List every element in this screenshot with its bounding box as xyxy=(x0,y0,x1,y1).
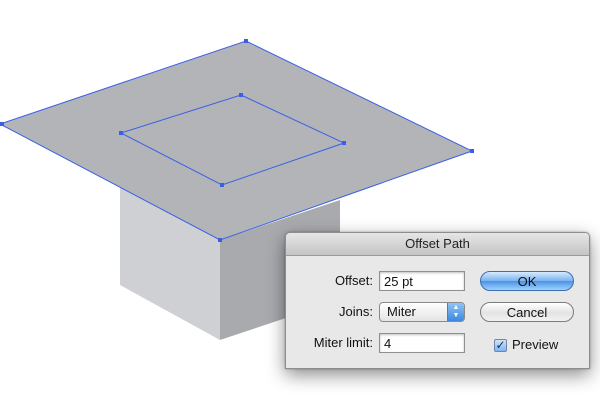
canvas-stage: Offset Path Offset: 25 pt Joins: Miter ▲… xyxy=(0,0,600,419)
miter-limit-input[interactable]: 4 xyxy=(379,333,465,353)
anchor-point xyxy=(218,238,222,242)
preview-label: Preview xyxy=(512,337,559,352)
miter-limit-label: Miter limit: xyxy=(313,335,373,350)
anchor-point xyxy=(239,93,243,97)
cancel-button[interactable]: Cancel xyxy=(480,302,574,322)
offset-path-dialog: Offset Path Offset: 25 pt Joins: Miter ▲… xyxy=(285,232,590,369)
anchor-point xyxy=(220,183,224,187)
checkmark-icon: ✓ xyxy=(495,338,506,352)
offset-input[interactable]: 25 pt xyxy=(379,271,465,291)
anchor-point xyxy=(244,39,248,43)
preview-checkbox[interactable]: ✓ xyxy=(494,339,507,352)
anchor-point xyxy=(119,131,123,135)
offset-label: Offset: xyxy=(334,273,373,288)
joins-select-value: Miter xyxy=(387,304,416,319)
anchor-point xyxy=(342,141,346,145)
anchor-point xyxy=(0,122,4,126)
joins-select[interactable]: Miter ▲ ▼ xyxy=(379,302,465,322)
joins-label: Joins: xyxy=(339,304,373,319)
select-stepper-icon: ▲ ▼ xyxy=(447,303,464,321)
top-plane[interactable] xyxy=(0,40,474,241)
anchor-point xyxy=(470,149,474,153)
ok-button[interactable]: OK xyxy=(480,271,574,291)
dialog-title: Offset Path xyxy=(286,233,589,256)
